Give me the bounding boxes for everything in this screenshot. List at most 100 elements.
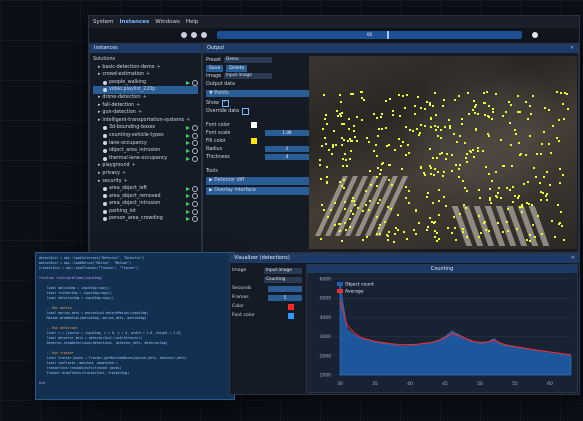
info-icon[interactable] xyxy=(532,32,538,38)
add-icon[interactable]: + xyxy=(136,102,140,110)
override-checkbox[interactable] xyxy=(242,107,250,115)
tree-folder[interactable]: ▸ drone-detection + xyxy=(93,94,198,102)
tree-item[interactable]: person_area_crowding xyxy=(93,215,198,223)
gear-icon[interactable] xyxy=(192,147,198,154)
detection-point xyxy=(416,128,419,131)
close-icon[interactable]: ✕ xyxy=(571,254,575,263)
gear-icon[interactable] xyxy=(192,125,198,132)
add-icon[interactable]: + xyxy=(146,71,150,79)
add-icon[interactable]: + xyxy=(122,170,126,178)
gear-icon[interactable] xyxy=(192,208,198,215)
gear-icon[interactable] xyxy=(192,216,198,223)
detection-point xyxy=(334,202,337,205)
detector-diff-button[interactable]: ▶ Detector diff xyxy=(206,177,309,185)
play-icon[interactable] xyxy=(186,148,190,153)
add-icon[interactable]: + xyxy=(132,162,136,170)
menu-help[interactable]: Help xyxy=(186,19,199,25)
timeline-slider[interactable]: 00 xyxy=(217,31,522,39)
viz-select[interactable]: Input image xyxy=(264,267,302,274)
tree-folder[interactable]: ▸ basic-detection-demo + xyxy=(93,64,198,72)
gear-icon[interactable] xyxy=(192,185,198,192)
add-icon[interactable]: + xyxy=(138,109,142,117)
gear-icon[interactable] xyxy=(192,193,198,200)
viz-field-row: Counting xyxy=(232,275,302,284)
tree-item[interactable]: area_object_left xyxy=(93,185,198,193)
viz-slider[interactable] xyxy=(268,285,302,292)
menu-windows[interactable]: Windows xyxy=(155,19,180,25)
save-button[interactable]: Save xyxy=(206,64,224,72)
color-swatch[interactable] xyxy=(288,303,294,310)
play-icon[interactable] xyxy=(186,194,190,199)
detection-point xyxy=(465,190,468,193)
tree-folder[interactable]: ▸ playground + xyxy=(93,162,198,170)
play-icon[interactable] xyxy=(191,32,197,38)
color-swatch[interactable] xyxy=(288,312,294,319)
tree-folder[interactable]: ▸ intelligent-transportation-systems + xyxy=(93,117,198,125)
add-icon[interactable]: + xyxy=(143,94,147,102)
detection-point xyxy=(339,101,342,104)
play-icon[interactable] xyxy=(186,202,190,207)
stop-icon[interactable] xyxy=(181,32,187,38)
thickness-slider[interactable]: 4 xyxy=(265,154,309,160)
points-header[interactable]: ▼ Points xyxy=(206,90,309,97)
timeline-cursor[interactable] xyxy=(387,31,389,39)
play-icon[interactable] xyxy=(186,156,190,161)
preset-select[interactable]: Demo xyxy=(223,57,272,63)
tree-folder[interactable]: ▸ crowd-estimation + xyxy=(93,71,198,79)
tree-item[interactable]: counting-vehicle-types xyxy=(93,132,198,140)
play-icon[interactable] xyxy=(186,217,190,222)
tab-instances[interactable]: Instances xyxy=(90,44,201,53)
delete-button[interactable]: Delete xyxy=(226,64,248,72)
detection-point xyxy=(484,228,487,231)
tree-item[interactable]: area_object_removed xyxy=(93,193,198,201)
tree-item[interactable]: thermal-lane-occupancy xyxy=(93,155,198,163)
detection-point xyxy=(482,92,485,95)
play-icon[interactable] xyxy=(186,209,190,214)
script-editor[interactable]: detectInst = api::loadInference("Detecto… xyxy=(35,252,235,400)
image-select[interactable]: Input image xyxy=(224,73,273,79)
tree-item-label: area_object_left xyxy=(109,186,148,192)
play-icon[interactable] xyxy=(186,133,190,138)
gear-icon[interactable] xyxy=(192,79,198,86)
fill-color-swatch[interactable] xyxy=(251,138,257,144)
play-icon[interactable] xyxy=(186,186,190,191)
gear-icon[interactable] xyxy=(192,201,198,208)
tree-item[interactable]: lane-occupancy xyxy=(93,140,198,148)
font-color-swatch[interactable] xyxy=(251,122,257,128)
play-icon[interactable] xyxy=(186,80,190,85)
gear-icon[interactable] xyxy=(192,155,198,162)
tree-folder[interactable]: ▸ gun-detection + xyxy=(93,109,198,117)
add-icon[interactable]: + xyxy=(186,117,190,125)
gear-icon[interactable] xyxy=(192,132,198,139)
menu-instances[interactable]: Instances xyxy=(120,19,150,25)
tab-visualizer[interactable]: Visualizer (detections) ✕ xyxy=(230,254,579,263)
menu-system[interactable]: System xyxy=(93,19,114,25)
radius-slider[interactable]: 1 xyxy=(265,146,309,152)
viz-slider[interactable]: 5 xyxy=(268,294,302,301)
step-icon[interactable] xyxy=(201,32,207,38)
overlay-interface-button[interactable]: ▶ Overlay interface xyxy=(206,187,309,195)
add-icon[interactable]: + xyxy=(124,178,128,186)
detection-point xyxy=(408,151,411,154)
show-checkbox[interactable] xyxy=(221,99,229,107)
tree-item[interactable]: 3d-bounding-boxes xyxy=(93,124,198,132)
tree-folder[interactable]: ▸ privacy + xyxy=(93,170,198,178)
tree-item[interactable]: object_area_intrusion xyxy=(93,147,198,155)
font-scale-slider[interactable]: 1.00 xyxy=(265,130,309,136)
close-icon[interactable]: ✕ xyxy=(570,44,574,53)
video-frame[interactable] xyxy=(309,56,577,249)
gear-icon[interactable] xyxy=(192,140,198,147)
tree-item[interactable]: people_walking xyxy=(93,79,198,87)
tab-output[interactable]: Output ✕ xyxy=(203,44,578,53)
tree-item[interactable]: video.playlist_220p xyxy=(93,86,198,94)
tree-item[interactable]: parking_lot xyxy=(93,208,198,216)
play-icon[interactable] xyxy=(186,126,190,131)
tree-folder[interactable]: ▸ security + xyxy=(93,178,198,186)
add-icon[interactable]: + xyxy=(157,64,161,72)
tree-folder[interactable]: ▸ fall-detection + xyxy=(93,102,198,110)
detection-point xyxy=(466,235,469,238)
viz-select[interactable]: Counting xyxy=(264,276,302,283)
tree-item[interactable]: area_object_intrusion xyxy=(93,200,198,208)
play-icon[interactable] xyxy=(186,141,190,146)
detection-point xyxy=(409,128,412,131)
